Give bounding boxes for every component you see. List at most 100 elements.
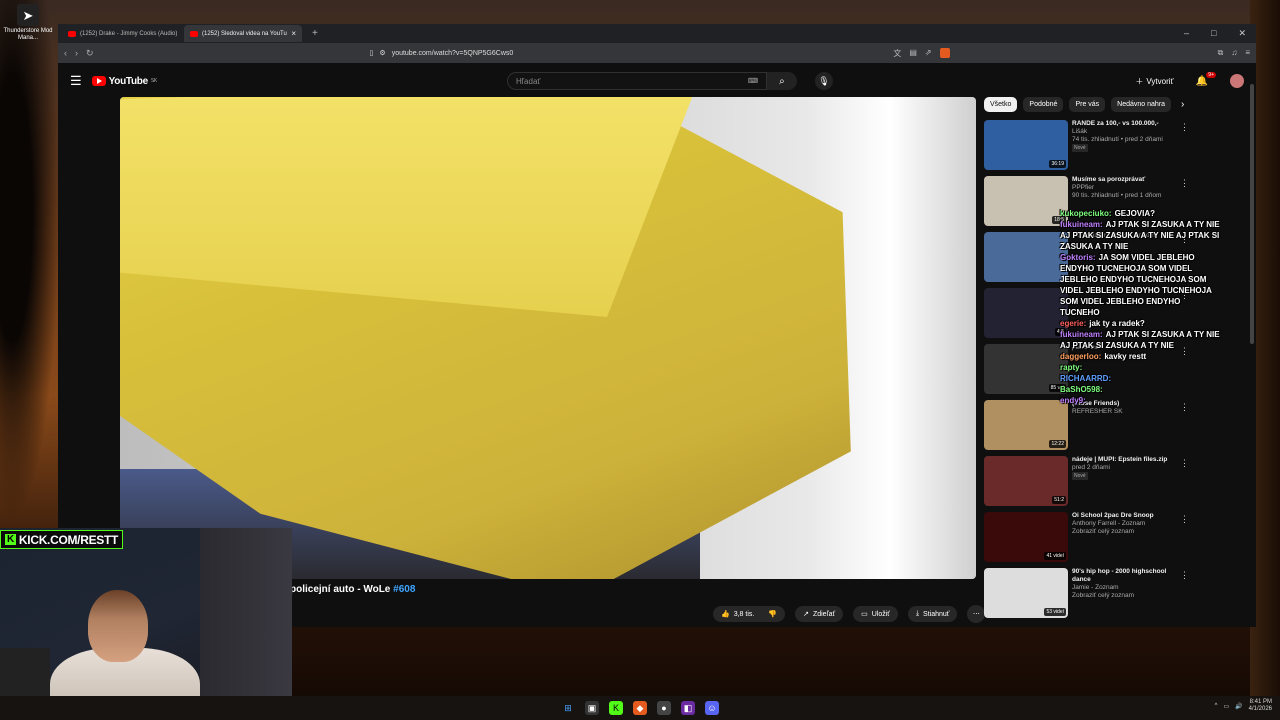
chat-username[interactable]: fukuineam: <box>1060 220 1103 229</box>
save-icon: ▭ <box>861 611 868 618</box>
video-thumbnail[interactable]: 4:5 <box>984 288 1068 338</box>
chat-username[interactable]: daggerloo: <box>1060 352 1101 361</box>
chat-username[interactable]: endy9: <box>1060 396 1086 405</box>
chevron-right-icon[interactable]: › <box>1181 99 1184 110</box>
extensions-icon[interactable]: ⧉ <box>1218 48 1224 58</box>
avatar[interactable] <box>1230 74 1244 88</box>
discord-icon[interactable]: ☺ <box>705 701 719 715</box>
video-thumbnail[interactable]: 18:5 <box>984 176 1068 226</box>
chip-related[interactable]: Podobné <box>1023 97 1064 112</box>
video-thumbnail[interactable]: 41 videí <box>984 512 1068 562</box>
chat-username[interactable]: Goktoris: <box>1060 253 1096 262</box>
bookmark-icon[interactable]: ▯ <box>370 49 374 57</box>
clock[interactable]: 8:41 PM 4/1/2026 <box>1249 699 1272 713</box>
thumbs-down-icon[interactable]: 👎 <box>768 610 777 618</box>
chip-recent[interactable]: Nedávno nahra <box>1111 97 1172 112</box>
recommendation-channel[interactable]: Anthony Farrell - Zoznam <box>1072 520 1182 528</box>
kebab-menu-icon[interactable]: ⋮ <box>1180 122 1189 133</box>
task-view-icon[interactable]: ▣ <box>585 701 599 715</box>
chat-username[interactable]: rapty: <box>1060 363 1082 372</box>
kebab-menu-icon[interactable]: ⋮ <box>1180 514 1189 525</box>
kebab-menu-icon[interactable]: ⋮ <box>1180 458 1189 469</box>
search-input[interactable]: Hľadať ⌨ <box>506 72 767 90</box>
maximize-icon[interactable]: □ <box>1211 28 1216 39</box>
kick-logo-icon: K <box>5 534 16 545</box>
site-info-icon[interactable]: ⚙ <box>379 49 385 57</box>
tab-youtube-active[interactable]: (1252) Sledoval videa na YouTu × <box>184 25 302 42</box>
save-button[interactable]: ▭ Uložiť <box>853 606 898 622</box>
chip-for-you[interactable]: Pre vás <box>1069 97 1106 112</box>
close-icon[interactable]: ✕ <box>1238 28 1246 39</box>
video-thumbnail[interactable]: 36:19 <box>984 120 1068 170</box>
recommendation-item[interactable]: 41 videí Oi School 2pac Dre Snoop Anthony … <box>984 512 1244 564</box>
share-icon[interactable]: ⇗ <box>925 48 932 59</box>
thumbs-up-icon: 👍 <box>721 611 730 618</box>
desktop-icon-thunderstore[interactable]: ➤ Thunderstore Mod Mana... <box>2 4 54 42</box>
volume-icon[interactable]: 🔊 <box>1235 703 1242 710</box>
share-button[interactable]: ↗ Zdieľať <box>795 606 844 622</box>
video-thumbnail[interactable] <box>984 232 1068 282</box>
video-player[interactable] <box>120 97 976 579</box>
create-button[interactable]: ＋ Vytvoriť <box>1135 76 1173 87</box>
kick-app-icon[interactable]: K <box>609 701 623 715</box>
scrollbar[interactable] <box>1250 84 1254 344</box>
reload-icon[interactable]: ↻ <box>86 48 94 59</box>
hamburger-menu-icon[interactable]: ☰ <box>70 73 82 89</box>
download-button[interactable]: ⤓ Stiahnuť <box>907 606 958 622</box>
more-actions-button[interactable]: ⋯ <box>967 605 986 623</box>
chat-username[interactable]: BaShO598: <box>1060 385 1103 394</box>
tray-chevron-icon[interactable]: ^ <box>1215 703 1218 709</box>
chat-username[interactable]: egerie: <box>1060 319 1086 328</box>
like-button[interactable]: 👍 3,8 tis. 👎 <box>713 606 786 622</box>
recommendation-title[interactable]: RANDE za 100,- vs 100.000,- <box>1072 120 1182 128</box>
translate-icon[interactable]: 文 <box>893 48 901 59</box>
chip-all[interactable]: Všetko <box>984 97 1018 112</box>
recommendation-title[interactable]: Oi School 2pac Dre Snoop <box>1072 512 1182 520</box>
voice-search-button[interactable]: 🎙 <box>814 72 833 90</box>
recommendation-item[interactable]: 53 videí 90's hip hop - 2000 highschool d… <box>984 568 1244 620</box>
back-icon[interactable]: ‹ <box>64 48 67 58</box>
obs-icon[interactable]: ● <box>657 701 671 715</box>
forward-icon[interactable]: › <box>75 48 78 58</box>
keyboard-icon[interactable]: ⌨ <box>748 77 758 85</box>
system-tray: ^ ▭ 🔊 8:41 PM 4/1/2026 <box>1215 699 1272 713</box>
recommendation-channel[interactable]: REFRESHER SK <box>1072 408 1182 416</box>
recommendation-title[interactable]: nádeje | MUPI: Epstein files.zip <box>1072 456 1182 464</box>
recommendation-title[interactable]: 90's hip hop - 2000 highschool dance <box>1072 568 1182 584</box>
tab-close-icon[interactable]: × <box>291 29 296 38</box>
chat-username[interactable]: fukuineam: <box>1060 330 1103 339</box>
video-thumbnail[interactable]: 51:2 <box>984 456 1068 506</box>
search-button[interactable]: ⌕ <box>766 72 797 90</box>
recommendation-title[interactable]: Musíme sa porozprávať <box>1072 176 1182 184</box>
video-thumbnail[interactable]: 85 vid <box>984 344 1068 394</box>
kebab-menu-icon[interactable]: ⋮ <box>1180 570 1189 581</box>
video-thumbnail[interactable]: 53 videí <box>984 568 1068 618</box>
windows-start-icon[interactable]: ⊞ <box>561 701 575 715</box>
network-icon[interactable]: ▭ <box>1223 703 1229 710</box>
kebab-menu-icon[interactable]: ⋮ <box>1180 178 1189 189</box>
minimize-icon[interactable]: – <box>1184 28 1189 39</box>
twitch-icon[interactable]: ◧ <box>681 701 695 715</box>
new-tab-button[interactable]: + <box>306 28 324 39</box>
video-hashtag[interactable]: #608 <box>393 584 415 595</box>
brave-shield-icon[interactable] <box>939 47 950 58</box>
recommendation-channel[interactable]: PPPfier <box>1072 184 1182 192</box>
chat-username[interactable]: RICHAARRD: <box>1060 374 1111 383</box>
media-icon[interactable]: ♫ <box>1231 48 1237 58</box>
menu-icon[interactable]: ≡ <box>1245 48 1250 58</box>
tab-drake[interactable]: (1252) Drake - Jimmy Cooks (Audio) <box>62 25 180 42</box>
recommendation-item[interactable]: 12:22 (Close Friends) REFRESHER SK ⋮ <box>984 400 1244 452</box>
notifications-button[interactable]: 🔔 9+ <box>1196 71 1216 87</box>
chat-username[interactable]: kukopeciuko: <box>1060 209 1112 218</box>
brave-icon[interactable]: ◆ <box>633 701 647 715</box>
reader-icon[interactable]: ▤ <box>909 48 917 59</box>
recommendation-channel[interactable]: Jamie - Zoznam <box>1072 584 1182 592</box>
stream-chat-overlay: kukopeciuko: GEJOVIA? fukuineam: AJ PTAK SI… <box>1060 208 1220 406</box>
recommendation-item[interactable]: 36:19 RANDE za 100,- vs 100.000,- Lišák 74 … <box>984 120 1244 172</box>
video-thumbnail[interactable]: 12:22 <box>984 400 1068 450</box>
chat-message: fukuineam: AJ PTAK SI ZASUKA A TY NIE AJ … <box>1060 219 1220 252</box>
recommendation-item[interactable]: 51:2 nádeje | MUPI: Epstein files.zip pred… <box>984 456 1244 508</box>
recommendation-channel[interactable]: Lišák <box>1072 128 1182 136</box>
youtube-logo[interactable]: YouTube SK <box>91 76 157 87</box>
address-bar[interactable]: ▯ ⚙ youtube.com/watch?v=5QNP5G6Cws0 <box>370 46 886 61</box>
